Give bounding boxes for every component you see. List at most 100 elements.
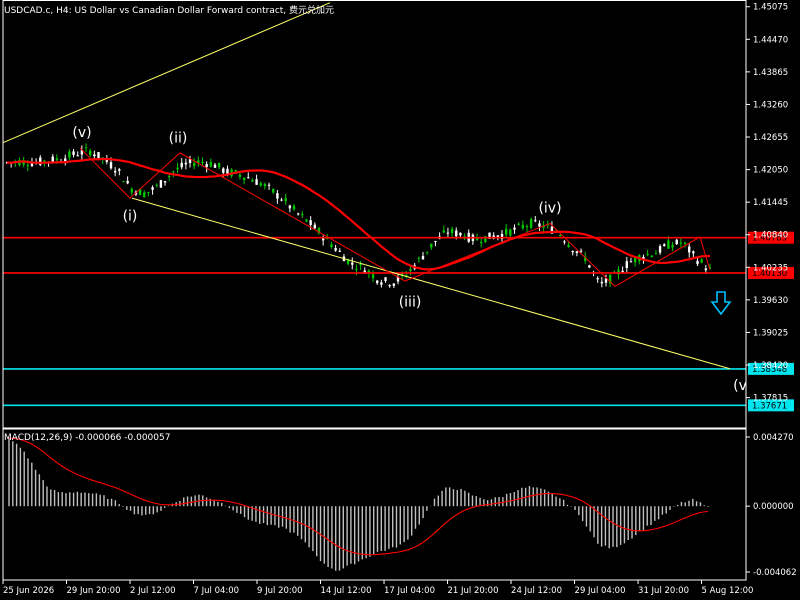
candle-body xyxy=(338,250,341,252)
candle-body xyxy=(575,251,579,254)
candle-body xyxy=(330,244,333,248)
candle-body xyxy=(679,242,683,244)
candle-body xyxy=(68,151,71,158)
candle-body xyxy=(147,191,150,193)
candle-body xyxy=(588,265,591,268)
candle-body xyxy=(675,239,678,245)
candle-body xyxy=(126,180,129,184)
macd-tick-label: -0.004062 xyxy=(753,568,797,578)
candle-body xyxy=(529,219,533,228)
candle-body xyxy=(384,277,387,281)
candle-body xyxy=(163,181,167,183)
candle-body xyxy=(201,161,204,163)
candle-body xyxy=(663,244,666,247)
candle-body xyxy=(450,228,454,234)
candle-body xyxy=(130,188,133,193)
time-tick-label: 31 Jul 20:00 xyxy=(638,586,689,596)
candle-body xyxy=(55,158,59,161)
candle-body xyxy=(217,162,221,168)
price-tick-label: 1.41445 xyxy=(753,198,788,208)
candle-body xyxy=(84,147,88,149)
candle-body xyxy=(480,242,483,244)
price-tick-label: 1.43865 xyxy=(753,68,788,78)
time-tick-label: 7 Jul 04:00 xyxy=(194,586,240,596)
candle-body xyxy=(683,242,687,244)
price-tick-label: 1.45075 xyxy=(753,3,788,13)
candle-body xyxy=(521,224,525,229)
candle-body xyxy=(334,248,337,251)
candle-body xyxy=(409,269,412,271)
time-tick-label: 29 Jul 04:00 xyxy=(575,586,626,596)
candle-body xyxy=(180,162,183,168)
candle-body xyxy=(538,223,541,227)
candle-body xyxy=(355,268,358,270)
candle-body xyxy=(155,184,158,186)
candle-body xyxy=(434,240,437,242)
candle-body xyxy=(596,278,599,280)
candle-body xyxy=(251,180,254,182)
candle-body xyxy=(650,255,653,257)
price-tick-label: 1.40840 xyxy=(753,231,788,241)
wave-label: (v) xyxy=(72,125,91,141)
price-tick-label: 1.37815 xyxy=(753,394,788,404)
candle-body xyxy=(213,164,217,168)
candle-body xyxy=(222,168,225,173)
candle-body xyxy=(392,283,396,286)
candle-body xyxy=(700,259,703,263)
chart-title: USDCAD.c, H4: US Dollar vs Canadian Doll… xyxy=(4,6,335,16)
candle-body xyxy=(209,162,213,167)
candle-body xyxy=(417,257,421,259)
candle-body xyxy=(93,154,96,157)
wave-label: (ii) xyxy=(169,130,188,146)
macd-tick-label: 0.004270 xyxy=(753,433,794,443)
moving-average-line xyxy=(6,157,711,271)
candle-body xyxy=(280,199,283,201)
candle-body xyxy=(459,232,462,236)
candle-body xyxy=(654,253,658,255)
candle-body xyxy=(292,205,296,210)
candle-body xyxy=(371,274,375,279)
candle-body xyxy=(313,224,317,229)
candle-body xyxy=(118,169,121,171)
candle-body xyxy=(430,243,433,248)
wave-count-line xyxy=(79,147,711,288)
candle-body xyxy=(380,282,383,285)
candlestick-series xyxy=(5,143,712,289)
candle-body xyxy=(579,250,583,252)
price-tick-label: 1.38420 xyxy=(753,361,788,371)
candle-body xyxy=(284,198,287,202)
time-tick-label: 9 Jul 20:00 xyxy=(257,586,303,596)
candle-body xyxy=(296,213,300,215)
candle-body xyxy=(421,255,425,260)
candle-body xyxy=(559,235,562,237)
candle-body xyxy=(513,227,516,230)
candle-body xyxy=(571,251,574,253)
candle-body xyxy=(376,280,379,284)
main-plot-frame xyxy=(2,0,747,429)
candle-body xyxy=(122,181,125,183)
candle-body xyxy=(658,246,662,253)
upper-trendline xyxy=(2,2,331,144)
price-tick-label: 1.42655 xyxy=(753,133,788,143)
candle-body xyxy=(242,177,246,181)
candle-body xyxy=(76,155,79,157)
candle-body xyxy=(671,244,674,248)
price-tick-label: 1.39630 xyxy=(753,296,788,306)
candle-body xyxy=(263,183,267,187)
time-tick-label: 17 Jul 04:00 xyxy=(384,586,435,596)
wave-label: (v xyxy=(733,378,747,394)
time-tick-label: 21 Jul 20:00 xyxy=(448,586,499,596)
time-tick-label: 29 Jun 20:00 xyxy=(67,586,121,596)
candle-body xyxy=(667,240,670,249)
macd-title: MACD(12,26,9) -0.000066 -0.000057 xyxy=(4,433,171,443)
price-tick-label: 1.39025 xyxy=(753,328,788,338)
candle-body xyxy=(621,270,624,273)
candle-body xyxy=(288,205,292,209)
macd-tick-label: 0.000000 xyxy=(753,502,794,512)
candle-body xyxy=(309,220,312,226)
candle-body xyxy=(97,151,100,159)
candle-body xyxy=(534,220,537,222)
candle-body xyxy=(351,262,354,265)
chart-canvas[interactable]: 1.407851.401301.383481.37671(v) (ii)(i)(i… xyxy=(0,0,800,600)
candle-body xyxy=(504,228,508,235)
